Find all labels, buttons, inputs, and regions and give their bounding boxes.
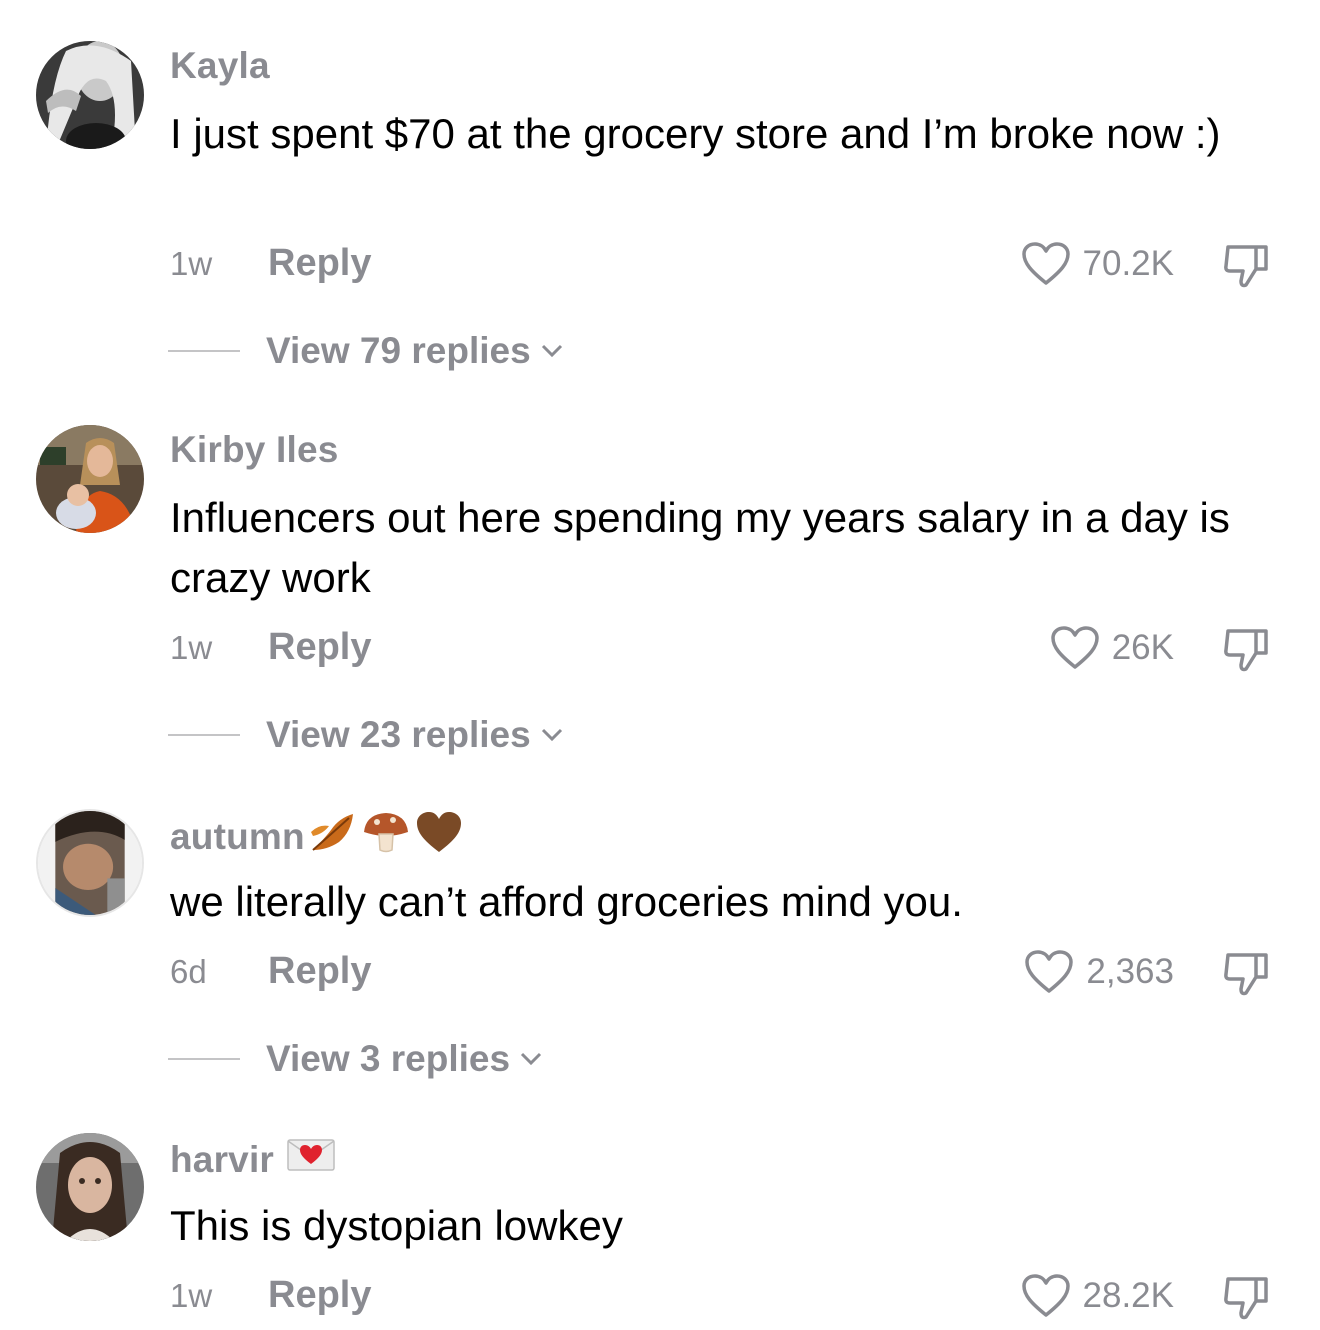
like-count: 2,363 [1086,952,1174,991]
like-count: 28.2K [1082,1276,1174,1315]
view-replies-label: View 23 replies [266,714,531,755]
avatar-image [36,41,144,149]
heart-icon [1021,1274,1070,1317]
dislike-icon[interactable] [1220,623,1274,677]
avatar[interactable] [36,425,144,533]
view-replies-button[interactable]: View 3 replies [168,1038,544,1080]
avatar[interactable] [36,41,144,149]
comment-username[interactable]: Kirby Iles [170,429,339,471]
chevron-down-icon [521,1052,542,1066]
reply-button[interactable]: Reply [268,1274,371,1317]
comment-timestamp: 6d [170,953,207,990]
view-replies-button[interactable]: View 79 replies [168,330,565,372]
avatar[interactable] [36,809,144,917]
reply-button[interactable]: Reply [268,626,371,669]
view-replies-label: View 3 replies [266,1038,511,1079]
comment-username[interactable]: autumn [170,810,463,863]
heart-icon [1050,626,1099,669]
dislike-icon[interactable] [1220,1271,1274,1325]
like-button[interactable]: 28.2K [1021,1273,1174,1319]
comment-text: I just spent $70 at the grocery store an… [170,110,1221,157]
comment-text: This is dystopian lowkey [170,1202,623,1249]
brown-heart-emoji [415,810,463,863]
reply-button[interactable]: Reply [268,950,371,993]
fallen-leaf-emoji [309,810,357,863]
heart-icon [1021,242,1070,285]
comment-text: we literally can’t afford groceries mind… [170,878,963,925]
divider-line [168,350,240,352]
divider-line [168,734,240,736]
avatar-image [36,425,144,533]
dislike-icon[interactable] [1220,947,1274,1001]
comment-username[interactable]: harvir [170,1137,336,1182]
avatar[interactable] [36,1133,144,1241]
avatar-image [38,811,142,915]
reply-button[interactable]: Reply [268,242,371,285]
comment-username[interactable]: Kayla [170,45,270,87]
divider-line [168,1058,240,1060]
chevron-down-icon [541,728,562,742]
like-button[interactable]: 70.2K [1021,241,1174,287]
like-button[interactable]: 2,363 [1024,949,1174,995]
comment-timestamp: 1w [170,1277,213,1314]
dislike-icon[interactable] [1220,239,1274,293]
love-letter-emoji [286,1137,336,1182]
comment-timestamp: 1w [170,629,213,666]
chevron-down-icon [541,344,562,358]
username-text: autumn [170,815,305,857]
like-count: 26K [1111,628,1174,667]
view-replies-button[interactable]: View 23 replies [168,714,565,756]
comment-timestamp: 1w [170,245,213,282]
view-replies-label: View 79 replies [266,330,531,371]
heart-icon [1025,950,1074,993]
like-count: 70.2K [1082,244,1174,283]
like-button[interactable]: 26K [1050,625,1174,671]
comment-text: Influencers out here spending my years s… [170,494,1230,601]
avatar-image [36,1133,144,1241]
mushroom-emoji [361,810,411,863]
username-text: harvir [170,1138,275,1180]
